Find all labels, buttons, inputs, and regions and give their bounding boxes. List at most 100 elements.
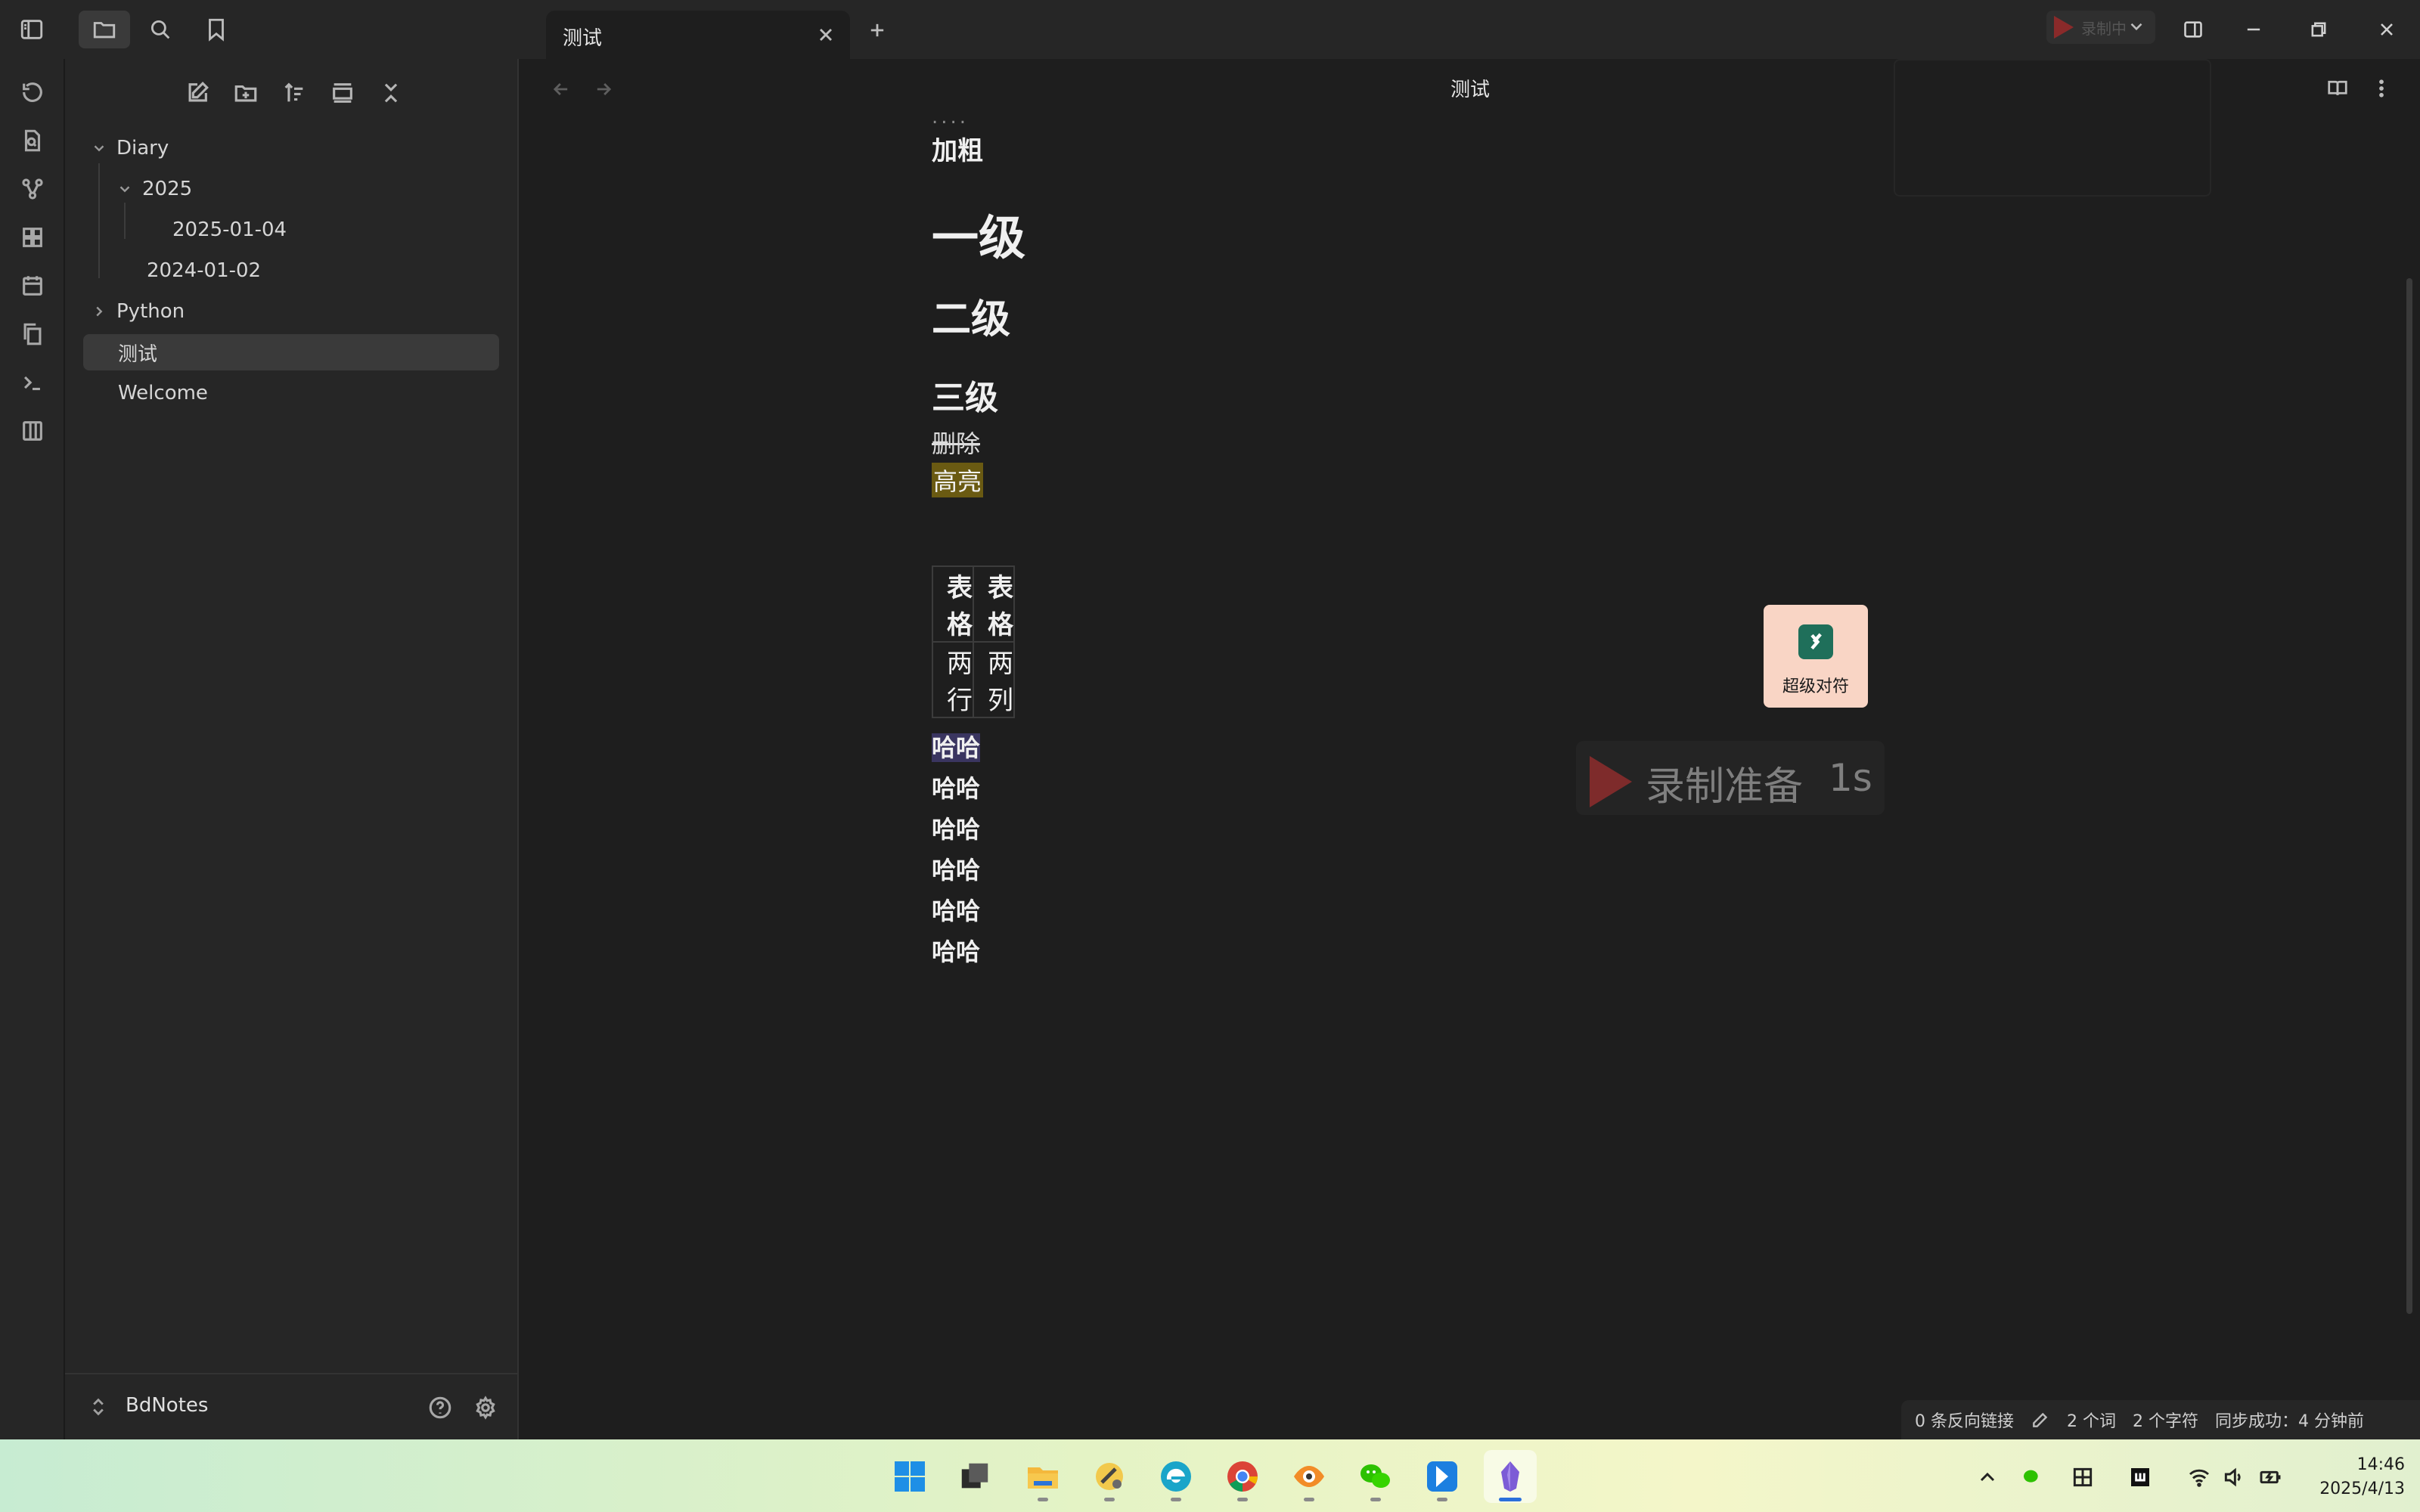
sort-button[interactable] (277, 76, 312, 110)
tray-wifi[interactable] (2184, 1462, 2214, 1492)
graph-icon (22, 178, 43, 200)
tree-item-label: Welcome (118, 382, 208, 404)
ribbon-graph-view[interactable] (16, 172, 49, 206)
heading-3: 三级 (932, 379, 998, 417)
taskbar-file-explorer[interactable] (1016, 1450, 1069, 1503)
tray-overflow-button[interactable] (1972, 1462, 2003, 1492)
taskbar-app-eye[interactable] (1283, 1450, 1336, 1503)
new-tab-button[interactable] (864, 17, 891, 44)
chrome-browser-icon (1227, 1461, 1258, 1492)
help-button[interactable] (425, 1393, 455, 1423)
new-folder-button[interactable] (228, 76, 263, 110)
close-icon (2381, 23, 2393, 36)
right-sidebar-icon (2184, 21, 2202, 38)
backlinks-count[interactable]: 0 条反向链接 (1915, 1408, 2014, 1432)
tray-wechat[interactable] (2018, 1462, 2048, 1492)
sidebar-toggle-icon (20, 20, 43, 39)
taskbar-obsidian[interactable] (1484, 1450, 1537, 1503)
tree-file-2025-01-04[interactable]: 2025-01-04 (172, 212, 287, 248)
pencil-icon[interactable] (2031, 1410, 2050, 1430)
markdown-table[interactable]: 表格 表格 两行 两列 (932, 565, 1015, 718)
ribbon-kanban[interactable] (16, 414, 49, 448)
table-cell[interactable]: 两行 (932, 641, 974, 718)
help-icon (429, 1396, 451, 1419)
toggle-sidebar-button[interactable] (6, 11, 57, 48)
tab-close-button[interactable] (812, 21, 839, 48)
calendar-icon (23, 276, 42, 296)
recorder-control[interactable]: 录制中 (2046, 11, 2155, 44)
tool-logo-icon (1798, 624, 1833, 659)
ribbon-sync-history[interactable] (16, 76, 49, 109)
running-indicator (1104, 1498, 1115, 1501)
running-indicator (1499, 1498, 1522, 1501)
tray-app[interactable] (2125, 1462, 2155, 1492)
restore-button[interactable] (2297, 11, 2340, 48)
floating-tool-button[interactable]: 超级对符 (1764, 605, 1868, 708)
tree-folder-diary[interactable]: Diary (88, 130, 169, 166)
eye-app-icon (1294, 1466, 1324, 1487)
search-icon (150, 20, 170, 39)
tree-folder-python[interactable]: Python (88, 293, 185, 330)
tray-battery[interactable] (2255, 1462, 2285, 1492)
reading-view-button[interactable] (2322, 73, 2353, 104)
chevron-down-icon (113, 178, 136, 200)
ribbon-command-palette[interactable] (16, 366, 49, 399)
bookmarks-view-button[interactable] (191, 11, 242, 48)
ribbon-quick-switch[interactable] (16, 124, 49, 157)
taskbar-app-tools[interactable] (1083, 1450, 1136, 1503)
vault-name[interactable]: BdNotes (126, 1394, 208, 1417)
vault-switcher[interactable] (88, 1396, 109, 1421)
editor-pane: 测试 .... 加粗 一级 二级 三级 删除 高亮 表格 表格 两行 两列 哈哈… (520, 59, 2420, 1439)
table-row: 两行 两列 (932, 641, 1015, 718)
tree-item-label: Python (116, 300, 185, 323)
input-method-icon (2073, 1467, 2093, 1487)
sync-status[interactable]: 同步成功：4 分钟前 (2215, 1408, 2364, 1432)
copy-icon (23, 323, 42, 345)
table-cell[interactable]: 两列 (973, 641, 1015, 718)
tree-item-label: Diary (116, 137, 169, 160)
ribbon-templates[interactable] (16, 318, 49, 351)
task-view-button[interactable] (948, 1450, 1001, 1503)
close-icon (820, 29, 832, 41)
edge-browser-icon (1161, 1461, 1191, 1492)
tree-file-2024-01-02[interactable]: 2024-01-02 (147, 253, 261, 289)
recorder-dropdown[interactable] (2127, 17, 2146, 39)
settings-button[interactable] (470, 1393, 501, 1423)
auto-reveal-button[interactable] (325, 76, 360, 110)
table-header-cell[interactable]: 表格 (973, 565, 1015, 643)
chevron-updown-icon (93, 1398, 104, 1416)
taskbar-wechat[interactable] (1349, 1450, 1402, 1503)
close-window-button[interactable] (2366, 11, 2408, 48)
collapse-icon (384, 83, 398, 103)
word-count: 2 个词 (2067, 1412, 2116, 1431)
tree-file-test[interactable]: 测试 (83, 334, 499, 370)
tray-input-method[interactable] (2068, 1462, 2098, 1492)
chevron-down-icon (2130, 23, 2142, 31)
tree-file-welcome[interactable]: Welcome (118, 375, 208, 411)
taskbar-edge[interactable] (1150, 1450, 1202, 1503)
more-options-button[interactable] (2366, 73, 2397, 104)
editor-scrollbar[interactable] (2406, 278, 2412, 1314)
new-note-button[interactable] (180, 76, 215, 110)
minimize-button[interactable] (2232, 11, 2275, 48)
files-view-button[interactable] (79, 11, 130, 48)
taskbar-app-arrow[interactable] (1416, 1450, 1469, 1503)
search-view-button[interactable] (135, 11, 186, 48)
collapse-all-button[interactable] (374, 76, 408, 110)
edit-icon (188, 82, 209, 102)
toggle-right-sidebar-button[interactable] (2172, 11, 2214, 48)
chevron-down-icon (88, 137, 110, 160)
running-indicator (1370, 1498, 1381, 1501)
ribbon-daily-note[interactable] (16, 269, 49, 302)
tab-active[interactable]: 测试 (546, 11, 850, 59)
tree-folder-2025[interactable]: 2025 (113, 171, 192, 207)
volume-icon (2224, 1467, 2241, 1487)
grid-icon (23, 228, 42, 247)
table-header-cell[interactable]: 表格 (932, 565, 974, 643)
start-button[interactable] (883, 1450, 936, 1503)
folder-icon (93, 22, 116, 39)
taskbar-chrome[interactable] (1216, 1450, 1269, 1503)
taskbar-clock[interactable]: 14:46 2025/4/13 (2299, 1453, 2405, 1501)
ribbon-canvas[interactable] (16, 221, 49, 254)
tray-volume[interactable] (2219, 1462, 2249, 1492)
